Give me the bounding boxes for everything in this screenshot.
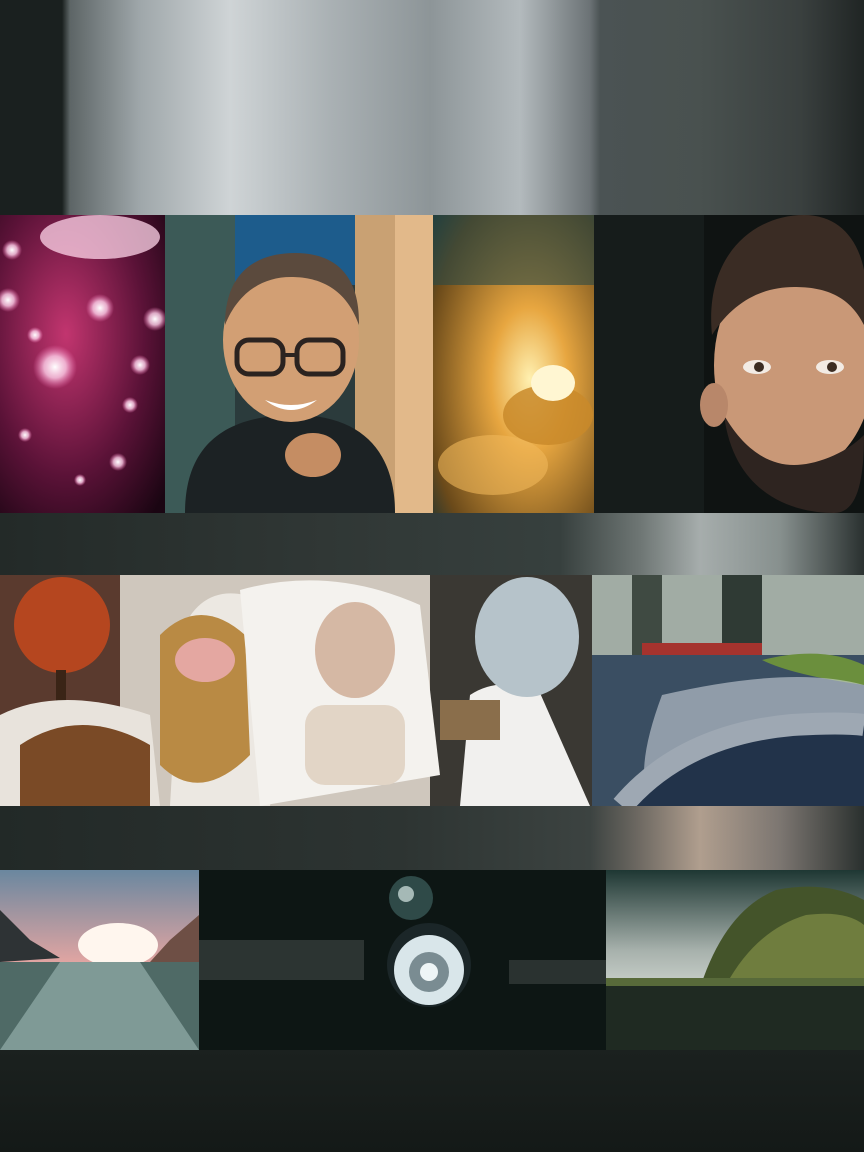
bottom-dark-strip: [0, 1050, 864, 1152]
pink-bokeh-photo: [0, 215, 165, 513]
road-with-hedge-photo: [592, 575, 864, 806]
blurred-divider-band: [0, 513, 864, 575]
top-blurred-curtain-strip: [0, 0, 864, 215]
highway-sunset-photo: [0, 870, 199, 1050]
bearded-man-portrait-photo: [594, 215, 864, 513]
smiling-person-glasses-photo: [165, 215, 433, 513]
blurred-divider-band: [0, 806, 864, 870]
grass-landscape-photo: [606, 870, 864, 1050]
dark-lens-scene-photo: [199, 870, 606, 1050]
white-costumed-figures-photo: [0, 575, 592, 806]
golden-bokeh-lamp-photo: [433, 215, 594, 513]
